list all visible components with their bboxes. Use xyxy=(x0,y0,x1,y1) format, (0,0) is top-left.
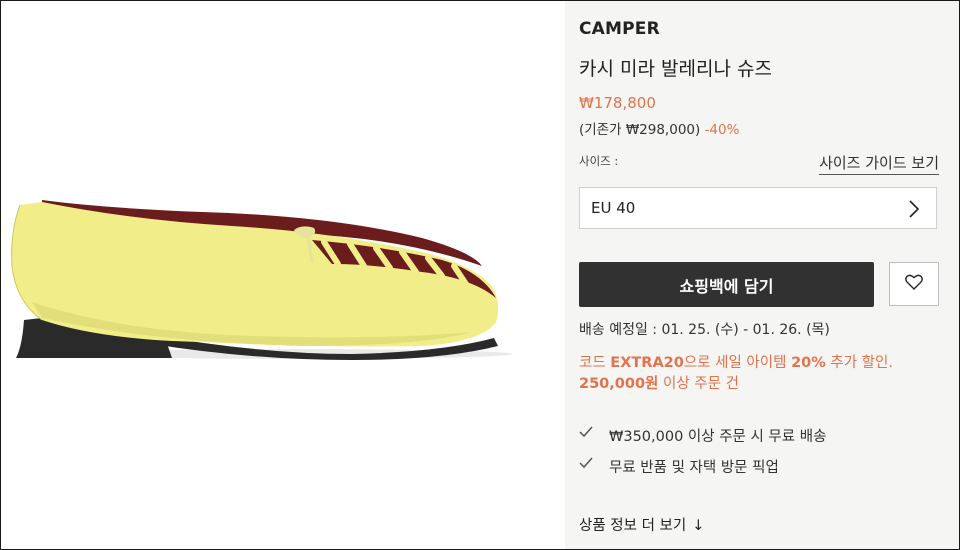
product-info-panel: CAMPER 카시 미라 발레리나 슈즈 ₩178,800 (기존가 ₩298,… xyxy=(565,1,959,549)
check-icon xyxy=(579,457,593,473)
promo-percent: 20% xyxy=(791,355,826,371)
benefit-text: 무료 반품 및 자택 방문 픽업 xyxy=(609,460,779,476)
delivery-estimate: 배송 예정일 : 01. 25. (수) - 01. 26. (목) xyxy=(579,322,830,338)
promo-message: 코드 EXTRA20으로 세일 아이템 20% 추가 할인. 250,000원 … xyxy=(579,353,949,395)
size-label: 사이즈 : xyxy=(579,154,619,168)
discount-badge: -40% xyxy=(704,122,740,138)
product-details-link[interactable]: 상품 정보 더 보기 ↓ xyxy=(579,514,704,535)
original-price-text: (기존가 ₩298,000) xyxy=(579,122,701,138)
promo-text: 으로 세일 아이템 xyxy=(683,355,792,371)
promo-text: 코드 xyxy=(579,355,611,371)
sale-price: ₩178,800 xyxy=(579,94,656,112)
chevron-right-icon xyxy=(908,199,920,223)
promo-text: 이상 주문 건 xyxy=(658,376,739,392)
product-details-label: 상품 정보 더 보기 xyxy=(579,518,687,534)
wishlist-button[interactable] xyxy=(889,262,939,306)
arrow-down-icon: ↓ xyxy=(692,518,705,534)
size-select[interactable]: EU 40 xyxy=(579,187,937,229)
promo-code: EXTRA20 xyxy=(610,355,684,371)
size-selected-value: EU 40 xyxy=(591,199,636,217)
size-guide-link[interactable]: 사이즈 가이드 보기 xyxy=(819,152,939,175)
brand-name: CAMPER xyxy=(579,19,660,39)
promo-text: 추가 할인. xyxy=(825,355,893,371)
promo-threshold: 250,000원 xyxy=(579,376,659,392)
heart-icon xyxy=(905,274,923,294)
product-title: 카시 미라 발레리나 슈즈 xyxy=(579,58,772,80)
product-image[interactable] xyxy=(2,2,564,548)
product-image-pane xyxy=(2,2,564,548)
original-price: (기존가 ₩298,000) -40% xyxy=(579,118,739,138)
benefit-text: ₩350,000 이상 주문 시 무료 배송 xyxy=(609,429,827,445)
check-icon xyxy=(579,426,593,442)
product-page: CAMPER 카시 미라 발레리나 슈즈 ₩178,800 (기존가 ₩298,… xyxy=(0,0,960,550)
add-to-cart-button[interactable]: 쇼핑백에 담기 xyxy=(579,262,874,307)
